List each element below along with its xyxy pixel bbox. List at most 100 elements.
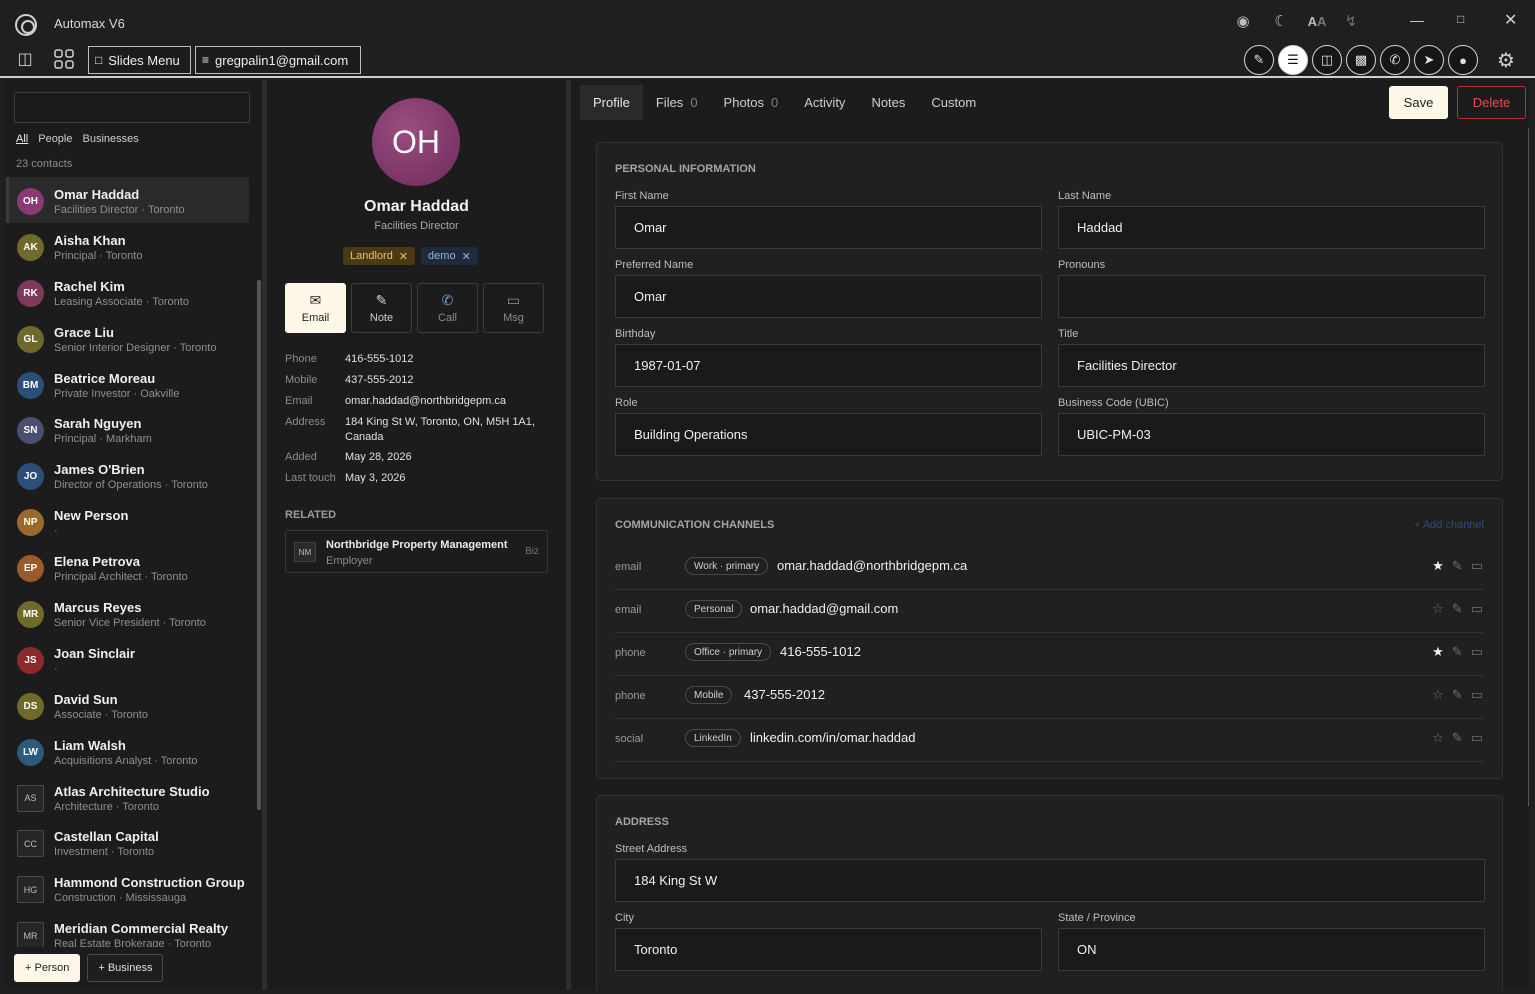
edit-icon[interactable]: ✎: [1452, 730, 1463, 746]
contact-city: Markham: [105, 433, 152, 446]
street-field[interactable]: 184 King St W: [615, 859, 1485, 902]
contact-row[interactable]: EP Elena Petrova Principal Architect · Tor…: [6, 544, 249, 590]
trash-icon[interactable]: ▭: [1471, 601, 1483, 617]
quick-actions: ✉ Email ✎ Note ✆ Call ▭ Msg: [285, 283, 544, 333]
contact-row[interactable]: NP New Person ·: [6, 498, 249, 544]
filter-all[interactable]: All: [16, 133, 28, 145]
tab-files[interactable]: Files 0: [643, 85, 711, 120]
channel-badge[interactable]: Work · primary: [685, 557, 769, 575]
sidebar-scrollbar[interactable]: [257, 280, 261, 810]
contact-row[interactable]: JS Joan Sinclair ·: [6, 636, 249, 682]
channel-badge[interactable]: LinkedIn: [685, 729, 741, 747]
msg-action-button[interactable]: ▭ Msg: [483, 283, 544, 333]
star-icon[interactable]: ☆: [1432, 601, 1444, 617]
email-action-button[interactable]: ✉ Email: [285, 283, 346, 333]
contact-search-input[interactable]: [14, 92, 250, 123]
note-action-button[interactable]: ✎ Note: [351, 283, 412, 333]
related-business-card[interactable]: NM Northbridge Property Management Emplo…: [285, 530, 548, 573]
info-value[interactable]: omar.haddad@northbridgepm.ca: [345, 394, 506, 409]
minimize-icon[interactable]: —: [1410, 12, 1424, 28]
send-icon[interactable]: ➤: [1414, 45, 1444, 75]
trash-icon[interactable]: ▭: [1471, 730, 1483, 746]
folder-icon[interactable]: ▩: [1346, 45, 1376, 75]
channel-badge[interactable]: Office · primary: [685, 643, 772, 661]
filter-people[interactable]: People: [38, 133, 72, 145]
add-person-button[interactable]: + Person: [14, 954, 81, 982]
channel-badge[interactable]: Mobile: [685, 686, 733, 704]
add-channel-button[interactable]: + Add channel: [1414, 519, 1484, 531]
tab-activity[interactable]: Activity: [791, 85, 858, 120]
star-icon[interactable]: ☆: [1432, 687, 1444, 703]
detail-scrollbar[interactable]: [1528, 127, 1529, 807]
last-name-field[interactable]: Haddad: [1058, 206, 1485, 249]
grid-icon[interactable]: [53, 48, 75, 70]
channel-value[interactable]: 437-555-2012: [744, 687, 825, 702]
font-size-icon[interactable]: AA: [1302, 10, 1332, 32]
role-field[interactable]: Building Operations: [615, 413, 1042, 456]
tab-photos[interactable]: Photos 0: [711, 85, 792, 120]
channel-value[interactable]: omar.haddad@gmail.com: [750, 601, 898, 616]
contacts-icon[interactable]: ☰: [1278, 45, 1308, 75]
delete-button[interactable]: Delete: [1457, 86, 1526, 119]
channel-badge[interactable]: Personal: [685, 600, 743, 618]
add-business-button[interactable]: + Business: [87, 954, 164, 982]
channel-value[interactable]: linkedin.com/in/omar.haddad: [750, 730, 916, 745]
lightning-icon[interactable]: ↯: [1340, 10, 1362, 32]
camera-icon[interactable]: ◉: [1232, 10, 1254, 32]
moon-icon[interactable]: ☾: [1270, 10, 1292, 32]
edit-icon[interactable]: ✎: [1452, 687, 1463, 703]
channel-value[interactable]: 416-555-1012: [780, 644, 861, 659]
star-icon[interactable]: ★: [1432, 644, 1444, 660]
contact-row[interactable]: AK Aisha Khan Principal · Toronto: [6, 223, 249, 269]
contact-row[interactable]: DS David Sun Associate · Toronto: [6, 682, 249, 728]
account-button[interactable]: ≡ gregpalin1@gmail.com: [195, 46, 361, 74]
contact-row[interactable]: BM Beatrice Moreau Private Investor · Oakv…: [6, 361, 249, 407]
tab-profile[interactable]: Profile: [580, 85, 643, 120]
signature-icon[interactable]: ✎: [1244, 45, 1274, 75]
contact-city: Toronto: [105, 249, 143, 262]
contact-row[interactable]: MR Marcus Reyes Senior Vice President · To…: [6, 590, 249, 636]
close-icon[interactable]: ✕: [1504, 10, 1517, 30]
remove-tag-icon[interactable]: ✕: [462, 250, 471, 263]
slides-menu-button[interactable]: □ Slides Menu: [88, 46, 191, 74]
contact-row[interactable]: HG Hammond Construction Group Construction…: [6, 865, 249, 911]
contact-row[interactable]: AS Atlas Architecture Studio Architecture …: [6, 774, 249, 820]
first-name-field[interactable]: Omar: [615, 206, 1042, 249]
contact-row[interactable]: GL Grace Liu Senior Interior Designer · To…: [6, 315, 249, 361]
filter-businesses[interactable]: Businesses: [83, 133, 139, 145]
remove-tag-icon[interactable]: ✕: [399, 250, 408, 263]
pronouns-field[interactable]: [1058, 275, 1485, 318]
contact-row[interactable]: JO James O'Brien Director of Operations · …: [6, 452, 249, 498]
contact-row[interactable]: SN Sarah Nguyen Principal · Markham: [6, 406, 249, 452]
settings-gear-icon[interactable]: ⚙: [1494, 48, 1518, 72]
phone-icon[interactable]: ✆: [1380, 45, 1410, 75]
contact-row[interactable]: RK Rachel Kim Leasing Associate · Toronto: [6, 269, 249, 315]
tab-notes[interactable]: Notes: [858, 85, 918, 120]
star-icon[interactable]: ☆: [1432, 730, 1444, 746]
channel-value[interactable]: omar.haddad@northbridgepm.ca: [777, 558, 967, 573]
title-field[interactable]: Facilities Director: [1058, 344, 1485, 387]
city-field[interactable]: Toronto: [615, 928, 1042, 971]
state-field[interactable]: ON: [1058, 928, 1485, 971]
ubic-field[interactable]: UBIC-PM-03: [1058, 413, 1485, 456]
maximize-icon[interactable]: □: [1457, 12, 1464, 26]
contact-row[interactable]: LW Liam Walsh Acquisitions Analyst · Toron…: [6, 728, 249, 774]
star-icon[interactable]: ★: [1432, 558, 1444, 574]
edit-icon[interactable]: ✎: [1452, 601, 1463, 617]
edit-icon[interactable]: ✎: [1452, 644, 1463, 660]
birthday-field[interactable]: 1987-01-07: [615, 344, 1042, 387]
trash-icon[interactable]: ▭: [1471, 687, 1483, 703]
contact-row[interactable]: MR Meridian Commercial Realty Real Estate …: [6, 911, 249, 947]
trash-icon[interactable]: ▭: [1471, 644, 1483, 660]
call-action-button[interactable]: ✆ Call: [417, 283, 478, 333]
contact-row[interactable]: OH Omar Haddad Facilities Director · Toron…: [6, 177, 249, 223]
preferred-name-field[interactable]: Omar: [615, 275, 1042, 318]
save-button[interactable]: Save: [1389, 86, 1448, 119]
contact-row[interactable]: CC Castellan Capital Investment · Toronto: [6, 819, 249, 865]
trash-icon[interactable]: ▭: [1471, 558, 1483, 574]
message-icon[interactable]: ●: [1448, 45, 1478, 75]
chat-icon[interactable]: ◫: [14, 48, 36, 70]
edit-icon[interactable]: ✎: [1452, 558, 1463, 574]
tab-custom[interactable]: Custom: [918, 85, 989, 120]
database-icon[interactable]: ◫: [1312, 45, 1342, 75]
